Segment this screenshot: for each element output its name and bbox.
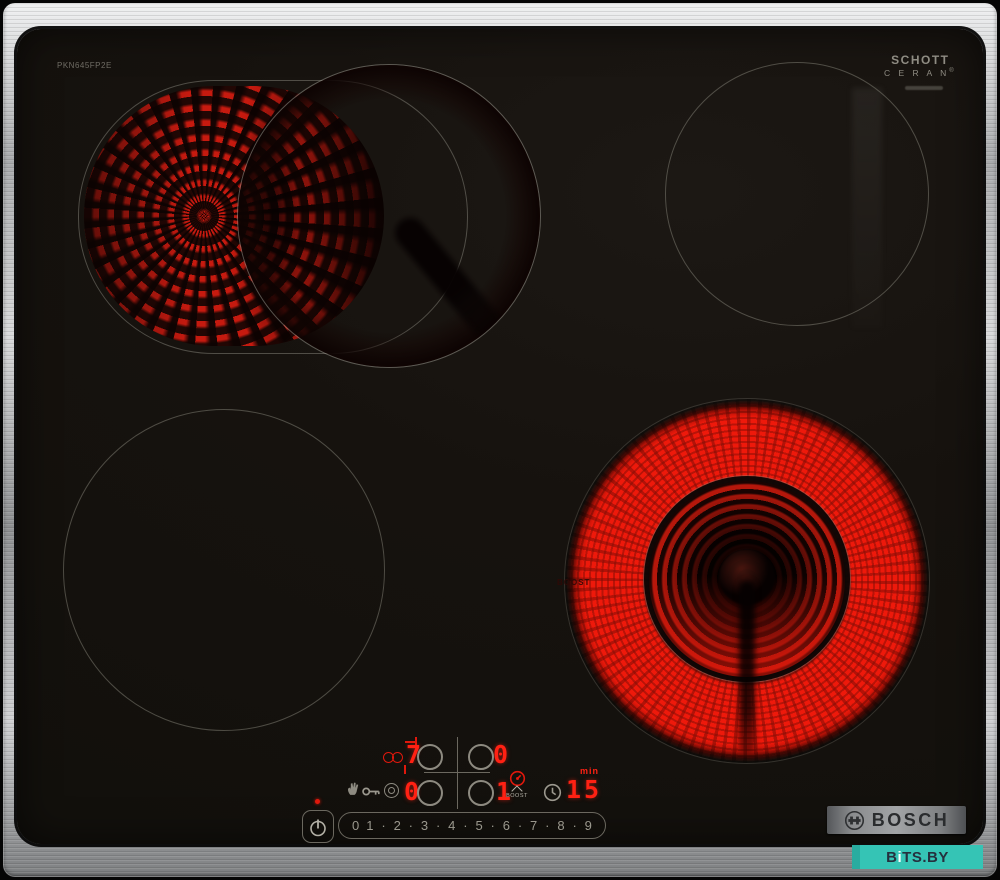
watermark-text: B: [886, 848, 898, 866]
slider-dot: ·: [545, 818, 550, 833]
front-right-zone-element: [564, 398, 930, 764]
front-left-zone-key[interactable]: [417, 780, 443, 806]
zone-map-vertical-line: [457, 737, 458, 809]
wipe-hand-icon: [348, 782, 359, 795]
two-circuit-icon: [384, 783, 399, 798]
boost-zone-print: BOOST: [557, 578, 591, 587]
watermark-text: TS.BY: [902, 848, 949, 866]
slider-level[interactable]: 1: [366, 818, 373, 833]
bosch-nameplate: BOSCH: [827, 806, 966, 834]
slider-level[interactable]: 6: [503, 818, 510, 833]
ceran-text: C E R A N®: [884, 67, 957, 78]
slider-level[interactable]: 9: [585, 818, 592, 833]
model-label: PKN645FP2E: [57, 61, 112, 70]
slider-level[interactable]: 7: [530, 818, 537, 833]
back-right-zone-key[interactable]: [468, 744, 494, 770]
back-right-zone: [665, 62, 929, 326]
bits-by-watermark: Bi TS.BY: [852, 845, 983, 869]
slider-dot: ·: [572, 818, 577, 833]
slider-level[interactable]: 5: [475, 818, 482, 833]
power-key[interactable]: [302, 810, 334, 843]
slider-dot: ·: [381, 818, 386, 833]
boost-indicator-icon: [509, 770, 526, 787]
slider-level[interactable]: 0: [352, 818, 359, 833]
key-lock-icon[interactable]: [362, 786, 383, 797]
level-slider[interactable]: 0 1 · 2 · 3 · 4 · 5 · 6 · 7 · 8 · 9: [338, 812, 606, 839]
front-left-zone: [63, 409, 385, 731]
schott-ceran-logo: SCHOTT C E R A N®: [884, 53, 957, 78]
bosch-wordmark: BOSCH: [871, 809, 950, 830]
back-left-main-element: [237, 64, 541, 368]
bosch-emblem-icon: [844, 810, 864, 830]
thermostat-rod-shadow: [739, 581, 755, 753]
slider-level[interactable]: 8: [557, 818, 564, 833]
slider-dot: ·: [408, 818, 413, 833]
back-right-level-display: 0: [493, 740, 509, 769]
hob-product-photo: PKN645FP2E SCHOTT C E R A N® BOOST 7 0 0…: [0, 0, 1000, 880]
slider-dot: ·: [463, 818, 468, 833]
slider-dot: ·: [435, 818, 441, 833]
power-indicator-dot: [315, 799, 320, 804]
back-left-zone-key[interactable]: [417, 744, 443, 770]
dual-zone-icon: [383, 751, 405, 763]
power-icon: [310, 819, 326, 836]
slider-level[interactable]: 2: [394, 818, 401, 833]
slider-level[interactable]: 4: [448, 818, 455, 833]
slider-level[interactable]: 3: [421, 818, 428, 833]
schott-text: SCHOTT: [891, 53, 950, 67]
timer-display: 15: [566, 775, 603, 804]
zone-map-horizontal-line: [424, 772, 490, 773]
timer-clock-icon[interactable]: [543, 783, 562, 802]
boost-key[interactable]: BOOST: [503, 785, 531, 799]
slider-dot: ·: [490, 818, 495, 833]
ceran-code-text: [905, 86, 943, 90]
slider-dot: ·: [517, 818, 523, 833]
front-right-zone-key[interactable]: [468, 780, 494, 806]
